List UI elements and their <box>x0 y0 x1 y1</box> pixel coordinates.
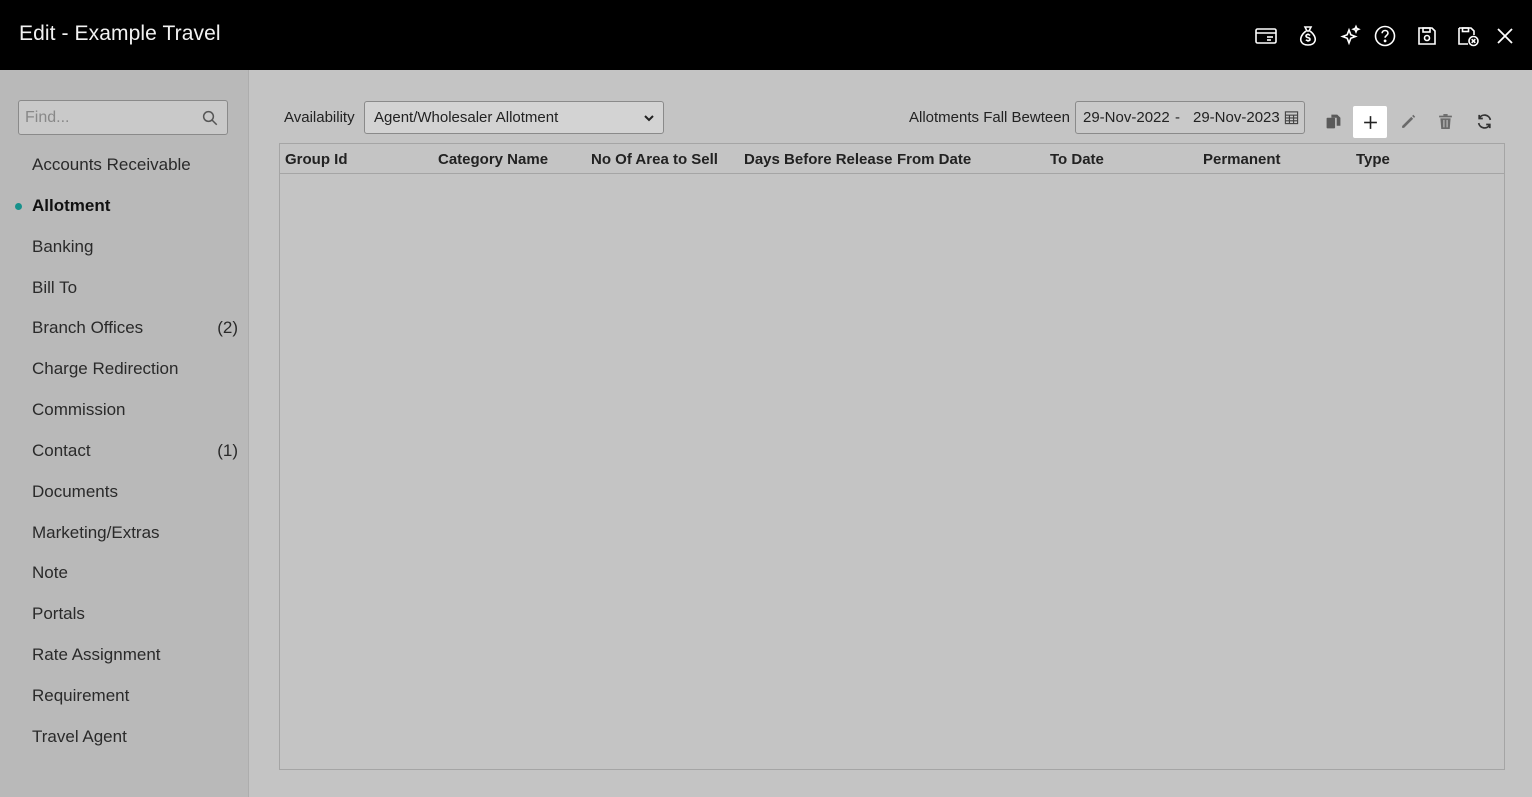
chevron-down-icon <box>644 115 654 122</box>
availability-selected-value: Agent/Wholesaler Allotment <box>374 109 559 126</box>
sidebar-item-label: Documents <box>32 482 118 501</box>
sidebar-item-label: Banking <box>32 237 94 256</box>
card-icon[interactable] <box>1253 23 1279 49</box>
column-header-category-name[interactable]: Category Name <box>438 151 548 168</box>
column-header-group-id[interactable]: Group Id <box>285 151 348 168</box>
column-header-from-date[interactable]: From Date <box>897 151 971 168</box>
date-separator: - <box>1175 109 1180 126</box>
date-range-picker[interactable]: 29-Nov-2022 - 29-Nov-2023 <box>1075 101 1305 134</box>
grid-header: Group Id Category Name No Of Area to Sel… <box>280 144 1504 174</box>
sidebar-item-note[interactable]: Note <box>0 556 249 590</box>
sidebar-item-allotment[interactable]: Allotment <box>0 189 249 223</box>
sidebar-item-label: Travel Agent <box>32 727 127 746</box>
sidebar-item-label: Note <box>32 563 68 582</box>
main-panel: Availability Agent/Wholesaler Allotment … <box>250 70 1532 797</box>
copy-button[interactable] <box>1317 105 1349 137</box>
refresh-icon <box>1477 113 1491 129</box>
date-from: 29-Nov-2022 <box>1083 109 1170 126</box>
find-box[interactable] <box>18 100 228 135</box>
column-header-type[interactable]: Type <box>1356 151 1390 168</box>
pencil-icon <box>1401 114 1415 128</box>
title-bar: Edit - Example Travel <box>0 0 1532 70</box>
sidebar-item-rate-assignment[interactable]: Rate Assignment <box>0 638 249 672</box>
sidebar-item-label: Requirement <box>32 686 130 705</box>
money-bag-icon[interactable] <box>1295 23 1321 49</box>
column-header-to-date[interactable]: To Date <box>1050 151 1104 168</box>
sidebar-item-requirement[interactable]: Requirement <box>0 679 249 713</box>
sidebar-item-commission[interactable]: Commission <box>0 393 249 427</box>
edit-button[interactable] <box>1392 105 1424 137</box>
column-header-no-of-area-to-sell[interactable]: No Of Area to Sell <box>591 151 718 168</box>
sidebar-item-travel-agent[interactable]: Travel Agent <box>0 720 249 754</box>
sidebar-item-label: Allotment <box>32 196 111 215</box>
sidebar-item-count: (1) <box>217 441 238 460</box>
sidebar-item-label: Rate Assignment <box>32 645 161 664</box>
sidebar-item-portals[interactable]: Portals <box>0 597 249 631</box>
sidebar-item-label: Commission <box>32 400 126 419</box>
save-close-icon[interactable] <box>1455 23 1481 49</box>
sidebar-item-label: Branch Offices <box>32 318 144 337</box>
sidebar-item-contact[interactable]: Contact (1) <box>0 434 249 468</box>
column-header-days-before-release[interactable]: Days Before Release <box>744 151 892 168</box>
sidebar: Accounts Receivable Allotment Banking Bi… <box>0 70 249 797</box>
sidebar-item-accounts-receivable[interactable]: Accounts Receivable <box>0 148 249 182</box>
delete-button[interactable] <box>1429 105 1461 137</box>
sidebar-item-label: Accounts Receivable <box>32 155 191 174</box>
sidebar-item-banking[interactable]: Banking <box>0 230 249 264</box>
availability-select[interactable]: Agent/Wholesaler Allotment <box>364 101 664 134</box>
search-icon[interactable] <box>201 109 219 127</box>
availability-label: Availability <box>284 109 355 126</box>
column-header-permanent[interactable]: Permanent <box>1203 151 1281 168</box>
active-indicator-dot <box>15 202 22 210</box>
allotments-range-label: Allotments Fall Bewteen <box>909 109 1070 126</box>
sidebar-item-branch-offices[interactable]: Branch Offices (2) <box>0 311 249 345</box>
sidebar-item-charge-redirection[interactable]: Charge Redirection <box>0 352 249 386</box>
sidebar-item-documents[interactable]: Documents <box>0 475 249 509</box>
copy-icon <box>1326 114 1340 128</box>
close-icon[interactable] <box>1492 23 1518 49</box>
sidebar-item-label: Bill To <box>32 278 78 297</box>
window-title: Edit - Example Travel <box>19 22 221 45</box>
date-to: 29-Nov-2023 <box>1193 109 1280 126</box>
save-icon[interactable] <box>1414 23 1440 49</box>
sidebar-item-count: (2) <box>217 318 238 337</box>
add-button[interactable] <box>1353 106 1387 138</box>
refresh-button[interactable] <box>1468 105 1500 137</box>
sidebar-item-label: Portals <box>32 604 85 623</box>
sparkle-icon[interactable] <box>1337 23 1363 49</box>
find-input[interactable] <box>19 101 199 134</box>
sidebar-item-marketing-extras[interactable]: Marketing/Extras <box>0 516 249 550</box>
sidebar-item-label: Contact <box>32 441 91 460</box>
sidebar-item-label: Charge Redirection <box>32 359 179 378</box>
help-icon[interactable] <box>1372 23 1398 49</box>
plus-icon <box>1363 115 1377 129</box>
calendar-icon[interactable] <box>1284 110 1299 125</box>
trash-icon <box>1438 113 1452 129</box>
sidebar-item-bill-to[interactable]: Bill To <box>0 271 249 305</box>
allotment-grid: Group Id Category Name No Of Area to Sel… <box>279 143 1505 770</box>
sidebar-item-label: Marketing/Extras <box>32 523 160 542</box>
